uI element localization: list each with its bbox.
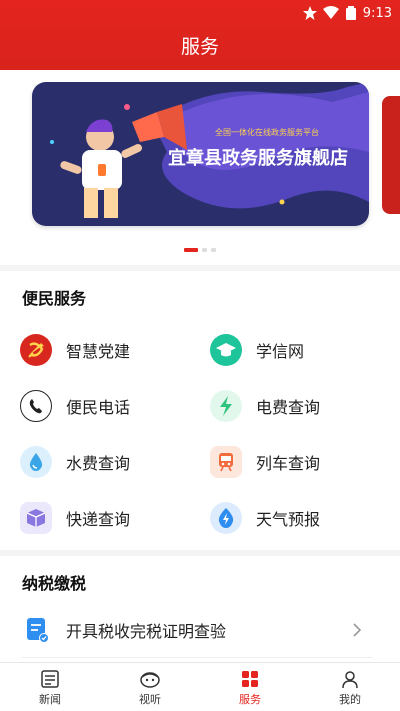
status-bar: 9:13 (302, 4, 392, 22)
service-item-party[interactable]: 智慧党建 (20, 332, 130, 368)
banner-next-slide[interactable] (382, 96, 400, 214)
service-item-water[interactable]: 水费查询 (20, 444, 130, 480)
tab-profile[interactable]: 我的 (300, 663, 400, 711)
section-title-convenience: 便民服务 (22, 289, 87, 308)
battery-icon (345, 6, 356, 20)
carousel-dot[interactable] (184, 248, 198, 252)
tab-services[interactable]: 服务 (200, 663, 300, 711)
service-item-label: 电费查询 (256, 398, 321, 417)
banner-slide[interactable]: 全国一体化在线政务服务平台 宜章县政务服务旗舰店 (32, 82, 369, 226)
tab-news[interactable]: 新闻 (0, 663, 100, 711)
train-icon (210, 446, 242, 478)
carousel-dot[interactable] (211, 248, 216, 252)
party-emblem-icon (20, 334, 52, 366)
chevron-right-icon (353, 623, 362, 637)
bottom-tab-bar: 新闻 视听 服务 我的 (0, 662, 400, 711)
service-item-electricity[interactable]: 电费查询 (210, 388, 320, 424)
carousel-indicator (0, 248, 400, 252)
tax-document-icon (22, 615, 52, 645)
service-item-weather[interactable]: 天气预报 (210, 500, 320, 536)
service-item-label: 智慧党建 (66, 342, 131, 361)
lightning-icon (210, 390, 242, 422)
weather-bolt-icon (210, 502, 242, 534)
service-item-label: 便民电话 (66, 398, 131, 417)
banner-title: 宜章县政务服务旗舰店 (168, 148, 348, 169)
profile-icon (342, 671, 358, 689)
service-item-phone[interactable]: 便民电话 (20, 388, 130, 424)
app-header: 9:13 服务 (0, 0, 400, 70)
wifi-icon (322, 6, 339, 19)
tax-item-label: 开具税收完税证明查验 (66, 622, 227, 641)
star-icon (302, 6, 317, 20)
service-item-chsi[interactable]: 学信网 (210, 332, 304, 368)
section-title-tax: 纳税缴税 (22, 574, 87, 593)
section-divider (0, 265, 400, 271)
divider (22, 657, 372, 658)
water-drop-icon (20, 446, 52, 478)
service-item-express[interactable]: 快递查询 (20, 500, 130, 536)
tab-label: 服务 (239, 693, 261, 706)
tax-certificate-item[interactable]: 开具税收完税证明查验 (22, 610, 372, 650)
service-item-label: 学信网 (256, 342, 305, 361)
news-icon (41, 670, 59, 688)
tab-label: 视听 (139, 693, 161, 706)
service-item-label: 水费查询 (66, 454, 131, 473)
carousel-dot[interactable] (202, 248, 207, 252)
services-icon (242, 671, 258, 687)
tab-label: 新闻 (39, 693, 61, 706)
service-item-label: 列车查询 (256, 454, 321, 473)
service-item-label: 快递查询 (66, 510, 131, 529)
package-icon (20, 502, 52, 534)
status-time: 9:13 (362, 5, 392, 21)
phone-icon (20, 390, 52, 422)
page-title: 服务 (180, 36, 219, 58)
tab-label: 我的 (339, 693, 361, 706)
audio-video-icon (140, 672, 160, 688)
section-divider (0, 550, 400, 556)
banner-carousel[interactable]: 全国一体化在线政务服务平台 宜章县政务服务旗舰店 (0, 70, 400, 265)
service-item-train[interactable]: 列车查询 (210, 444, 320, 480)
service-item-label: 天气预报 (256, 510, 321, 529)
graduation-cap-icon (210, 334, 242, 366)
tab-audio-video[interactable]: 视听 (100, 663, 200, 711)
banner-subtitle: 全国一体化在线政务服务平台 (215, 128, 319, 137)
